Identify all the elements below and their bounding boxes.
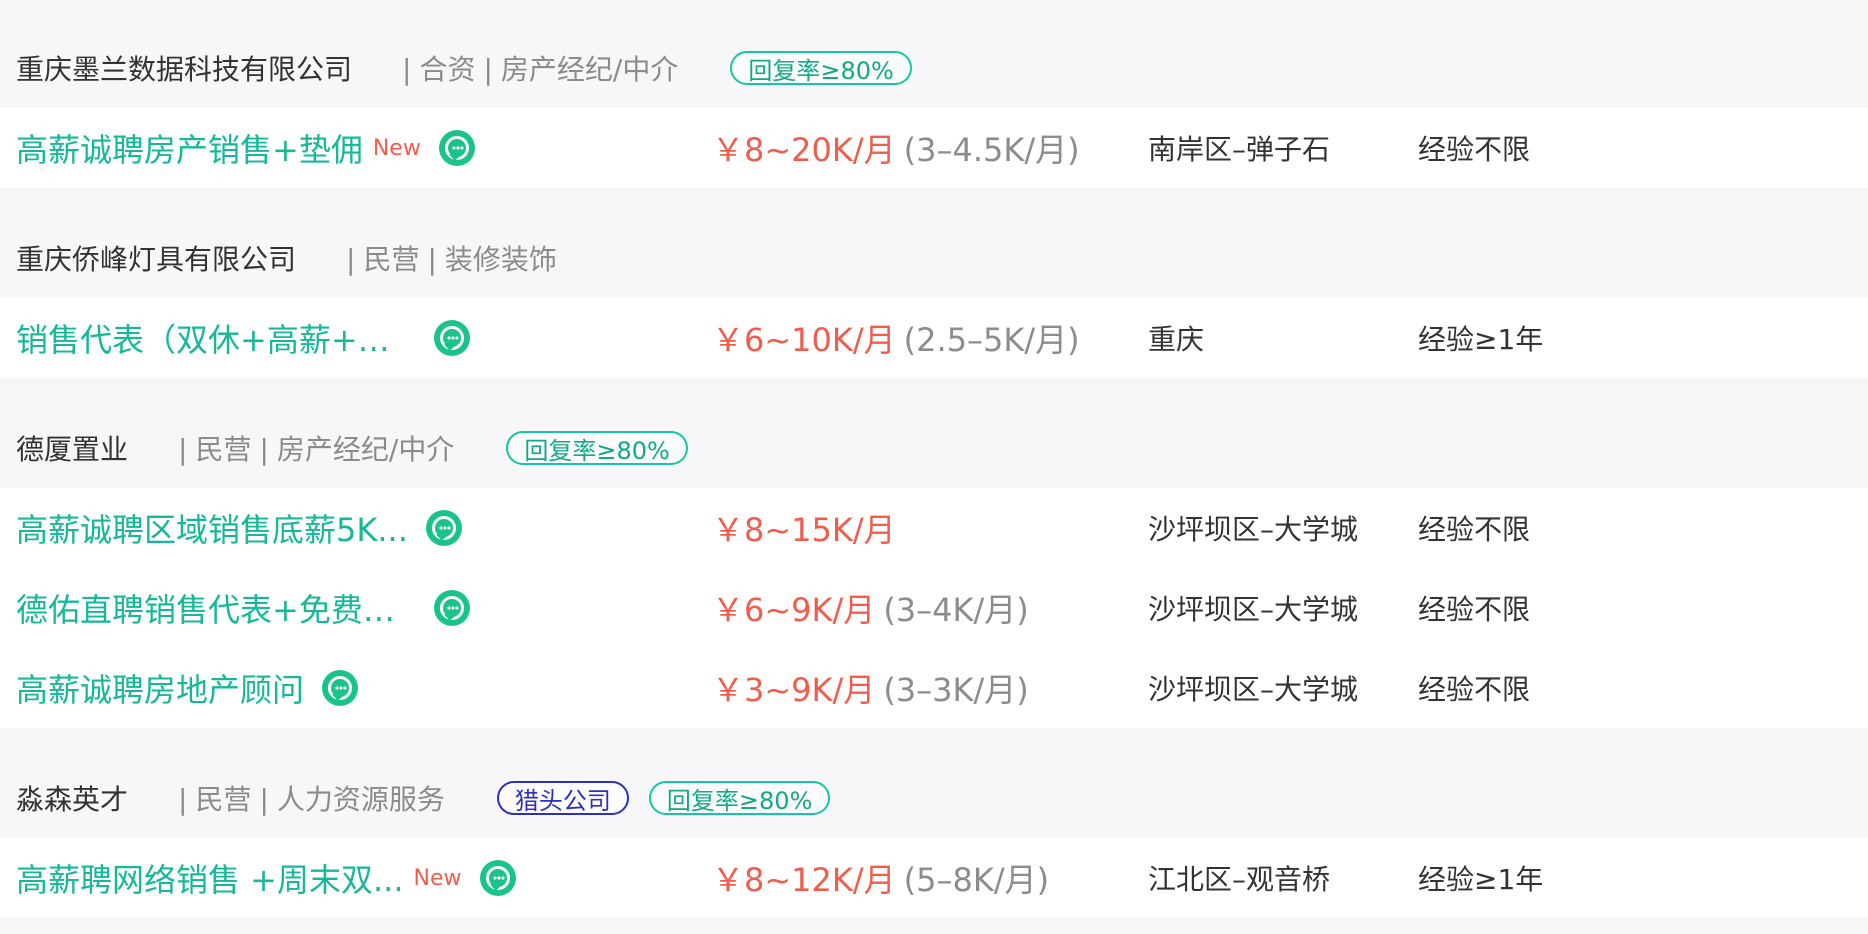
- company-header[interactable]: 重庆侨峰灯具有限公司 | 民营 | 装修装饰: [0, 218, 1868, 298]
- company-badges: 猎头公司 回复率≥80%: [496, 781, 831, 815]
- chat-bubble-icon[interactable]: [322, 670, 359, 706]
- chat-bubble-icon[interactable]: [479, 860, 516, 896]
- experience-requirement: 经验≥1年: [1418, 323, 1544, 356]
- meta-separator: |: [259, 433, 269, 466]
- company-ownership: 民营: [363, 243, 420, 276]
- job-title[interactable]: 销售代表（双休+高薪+公...: [16, 315, 416, 361]
- experience-requirement: 经验不限: [1418, 673, 1531, 706]
- meta-separator: |: [178, 783, 188, 816]
- salary-note: (3–3K/月): [883, 671, 1029, 709]
- job-title[interactable]: 高薪诚聘房地产顾问: [16, 665, 304, 711]
- salary: ￥8~15K/月: [712, 511, 896, 549]
- job-location: 沙坪坝区–大学城: [1148, 513, 1359, 546]
- salary-info: ￥6~9K/月 (3–4K/月): [712, 568, 1029, 648]
- company-meta: | 合资 | 房产经纪/中介: [394, 48, 678, 88]
- meta-separator: |: [178, 433, 188, 466]
- experience-requirement: 经验不限: [1418, 593, 1531, 626]
- job-location: 江北区–观音桥: [1148, 863, 1331, 896]
- salary: ￥8~12K/月: [712, 861, 896, 899]
- company-header[interactable]: 重庆墨兰数据科技有限公司 | 合资 | 房产经纪/中介 回复率≥80%: [0, 28, 1868, 108]
- company-name[interactable]: 重庆侨峰灯具有限公司: [16, 238, 296, 278]
- job-title-group[interactable]: 高薪诚聘房地产顾问: [16, 648, 359, 728]
- company-meta: | 民营 | 装修装饰: [338, 238, 557, 278]
- salary: ￥8~20K/月: [712, 131, 896, 169]
- salary-note: (3–4K/月): [883, 591, 1029, 629]
- job-location: 重庆: [1148, 323, 1205, 356]
- salary-note: (2.5–5K/月): [903, 321, 1080, 359]
- headhunter-badge: 猎头公司: [496, 781, 629, 815]
- company-badges: 回复率≥80%: [730, 51, 912, 85]
- job-title-group[interactable]: 德佑直聘销售代表+免费端...: [16, 568, 470, 648]
- experience-requirement: 经验不限: [1418, 133, 1531, 166]
- experience-requirement: 经验不限: [1418, 513, 1531, 546]
- meta-separator: |: [346, 243, 356, 276]
- experience-requirement: 经验≥1年: [1418, 863, 1544, 896]
- salary-info: ￥8~20K/月 (3–4.5K/月): [712, 108, 1080, 188]
- reply-rate-badge: 回复率≥80%: [730, 51, 912, 85]
- job-location: 南岸区–弹子石: [1148, 133, 1331, 166]
- job-title[interactable]: 高薪聘网络销售 +周末双...: [16, 855, 404, 901]
- new-badge: New: [372, 135, 421, 161]
- company-header[interactable]: 德厦置业 | 民营 | 房产经纪/中介 回复率≥80%: [0, 408, 1868, 488]
- job-title-group[interactable]: 高薪聘网络销售 +周末双... New: [16, 838, 516, 918]
- job-row[interactable]: 高薪诚聘房产销售+垫佣 New ￥8~20K/月 (3–4.5K/月) 南岸区–…: [0, 108, 1868, 188]
- meta-separator: |: [483, 53, 493, 86]
- job-listing-page: 重庆墨兰数据科技有限公司 | 合资 | 房产经纪/中介 回复率≥80% 高薪诚聘房产销…: [0, 0, 1868, 934]
- meta-separator: |: [259, 783, 269, 816]
- salary-info: ￥6~10K/月 (2.5–5K/月): [712, 298, 1080, 378]
- salary-note: (5–8K/月): [903, 861, 1050, 899]
- company-badges: 回复率≥80%: [506, 431, 688, 465]
- reply-rate-badge: 回复率≥80%: [506, 431, 688, 465]
- job-title[interactable]: 德佑直聘销售代表+免费端...: [16, 585, 416, 631]
- chat-bubble-icon[interactable]: [434, 590, 470, 626]
- salary: ￥3~9K/月: [712, 671, 876, 709]
- company-ownership: 合资: [419, 53, 476, 86]
- company-industry: 装修装饰: [444, 243, 557, 276]
- salary-info: ￥3~9K/月 (3–3K/月): [712, 648, 1029, 728]
- job-row[interactable]: 高薪诚聘区域销售底薪5K... ￥8~15K/月 沙坪坝区–大学城 经验不限: [0, 488, 1868, 568]
- company-name[interactable]: 德厦置业: [16, 428, 128, 468]
- job-row[interactable]: 高薪聘网络销售 +周末双... New ￥8~12K/月 (5–8K/月) 江北…: [0, 838, 1868, 918]
- reply-rate-badge: 回复率≥80%: [648, 781, 831, 815]
- salary-info: ￥8~15K/月: [712, 488, 904, 568]
- company-meta: | 民营 | 人力资源服务: [170, 778, 445, 818]
- company-header[interactable]: 淼森英才 | 民营 | 人力资源服务 猎头公司 回复率≥80%: [0, 758, 1868, 838]
- job-title-group[interactable]: 高薪诚聘房产销售+垫佣 New: [16, 108, 475, 188]
- company-industry: 人力资源服务: [276, 783, 445, 816]
- company-name[interactable]: 淼森英才: [16, 778, 128, 818]
- company-meta: | 民营 | 房产经纪/中介: [170, 428, 454, 468]
- company-industry: 房产经纪/中介: [276, 433, 455, 466]
- chat-bubble-icon[interactable]: [438, 130, 475, 166]
- job-location: 沙坪坝区–大学城: [1148, 673, 1359, 706]
- job-title-group[interactable]: 高薪诚聘区域销售底薪5K...: [16, 488, 462, 568]
- company-ownership: 民营: [195, 783, 252, 816]
- meta-separator: |: [402, 53, 412, 86]
- company-industry: 房产经纪/中介: [500, 53, 679, 86]
- job-row[interactable]: 高薪诚聘房地产顾问 ￥3~9K/月 (3–3K/月) 沙坪坝区–大学城 经验不限: [0, 648, 1868, 728]
- chat-bubble-icon[interactable]: [434, 320, 470, 356]
- job-location: 沙坪坝区–大学城: [1148, 593, 1359, 626]
- meta-separator: |: [427, 243, 437, 276]
- job-row[interactable]: 德佑直聘销售代表+免费端... ￥6~9K/月 (3–4K/月) 沙坪坝区–大学…: [0, 568, 1868, 648]
- company-name[interactable]: 重庆墨兰数据科技有限公司: [16, 48, 352, 88]
- job-row[interactable]: 销售代表（双休+高薪+公... ￥6~10K/月 (2.5–5K/月) 重庆 经…: [0, 298, 1868, 378]
- new-badge: New: [413, 865, 462, 891]
- salary: ￥6~10K/月: [712, 321, 896, 359]
- job-title[interactable]: 高薪诚聘区域销售底薪5K...: [16, 505, 408, 551]
- salary-note: (3–4.5K/月): [903, 131, 1080, 169]
- job-title-group[interactable]: 销售代表（双休+高薪+公...: [16, 298, 470, 378]
- chat-bubble-icon[interactable]: [425, 510, 462, 546]
- salary: ￥6~9K/月: [712, 591, 876, 629]
- salary-info: ￥8~12K/月 (5–8K/月): [712, 838, 1049, 918]
- job-title[interactable]: 高薪诚聘房产销售+垫佣: [16, 125, 363, 171]
- company-ownership: 民营: [195, 433, 252, 466]
